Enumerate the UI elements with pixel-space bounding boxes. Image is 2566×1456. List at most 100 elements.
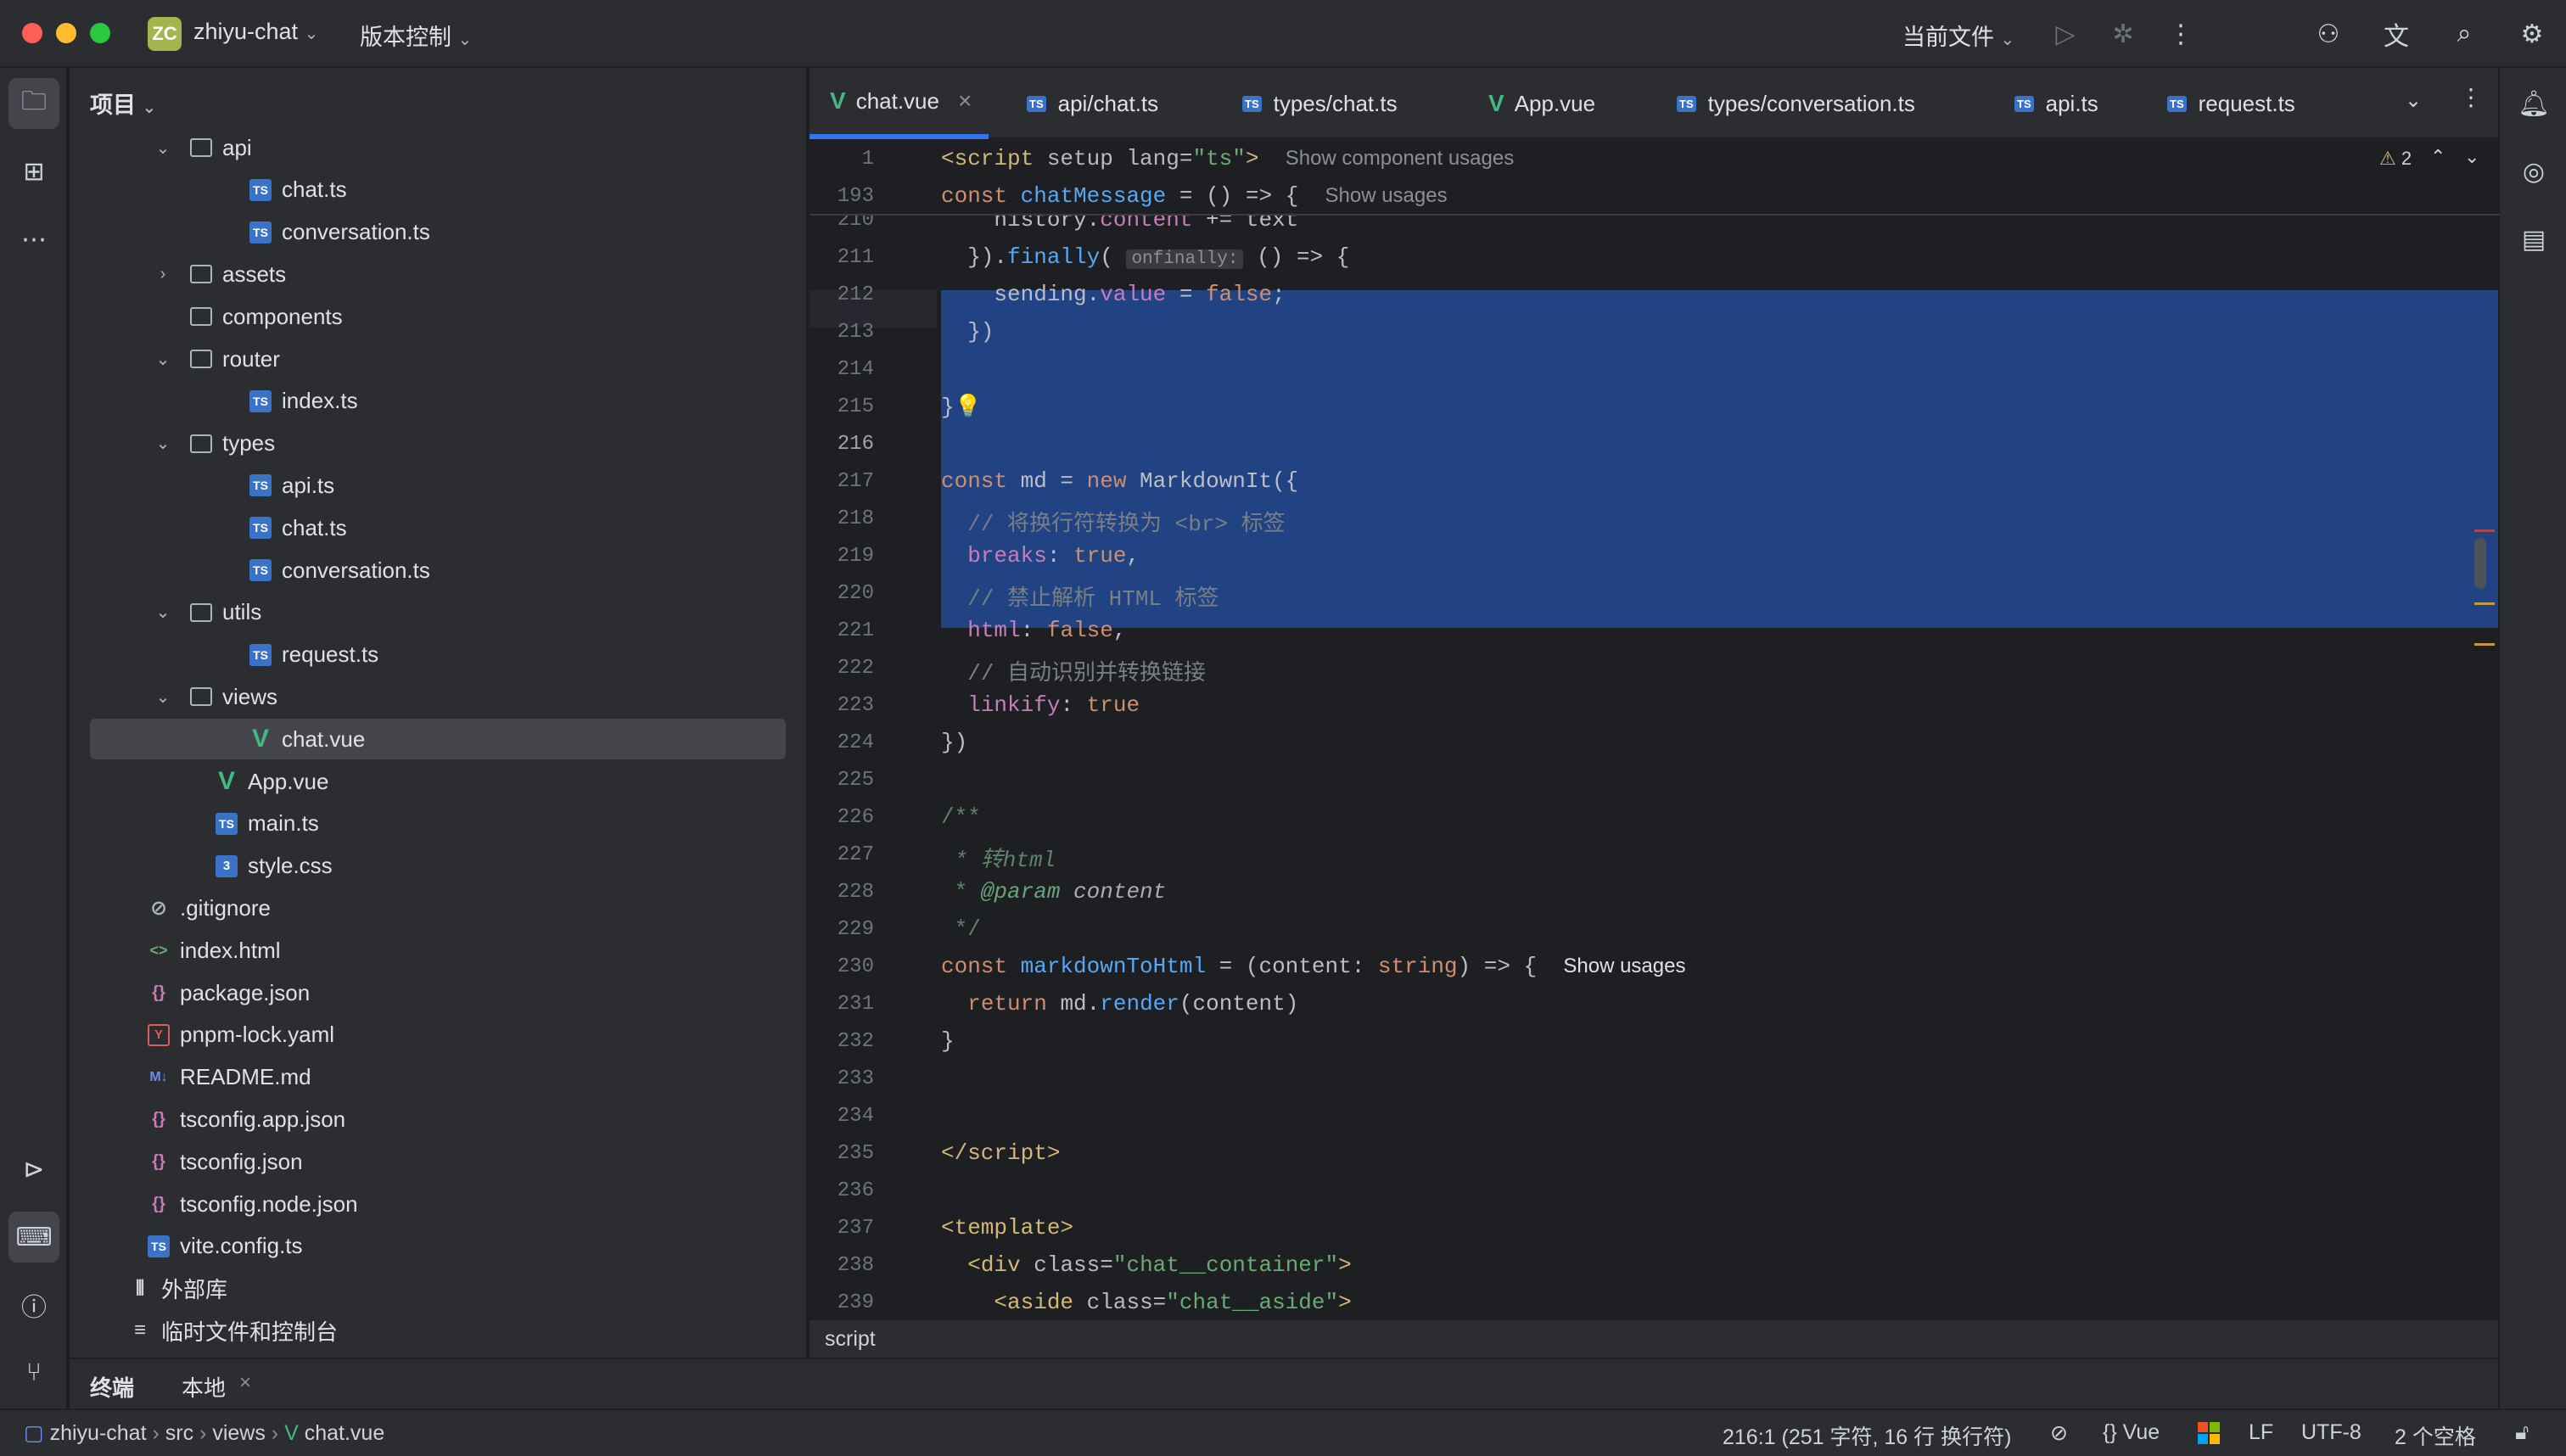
- run-icon[interactable]: ▷: [2045, 14, 2086, 54]
- local-terminal-tab[interactable]: 本地: [182, 1371, 226, 1403]
- warning-marker[interactable]: [2474, 602, 2495, 605]
- more-tools-icon[interactable]: ⋯: [8, 214, 59, 265]
- tree-item[interactable]: {} tsconfig.node.json: [70, 1184, 806, 1224]
- ai-assistant-icon[interactable]: ◎: [2508, 146, 2559, 197]
- warning-marker[interactable]: [2474, 643, 2495, 646]
- bookmarks-icon[interactable]: ▤: [2508, 214, 2559, 265]
- tree-item[interactable]: TS conversation.ts: [70, 550, 806, 591]
- tree-item[interactable]: {} package.json: [70, 972, 806, 1013]
- editor-tab[interactable]: TS request.ts: [2167, 68, 2295, 139]
- tree-item[interactable]: ⌄ router: [70, 339, 806, 379]
- language-selector[interactable]: {} Vue: [2103, 1420, 2160, 1445]
- status-path[interactable]: ▢ zhiyu-chat › src › views › V chat.vue: [24, 1420, 384, 1446]
- tree-item[interactable]: {} tsconfig.app.json: [70, 1099, 806, 1140]
- run-config-selector[interactable]: 当前文件 ⌄: [1902, 19, 2014, 52]
- tree-item[interactable]: ≡ 临时文件和控制台: [70, 1310, 806, 1351]
- vertical-scrollbar-thumb[interactable]: [2474, 538, 2486, 589]
- code-breadcrumb[interactable]: script: [825, 1327, 876, 1352]
- translate-icon[interactable]: 文: [2376, 14, 2417, 54]
- tree-item[interactable]: ⌄ api: [70, 127, 806, 168]
- editor-tab[interactable]: Vchat.vue ×: [810, 68, 989, 139]
- tree-item[interactable]: V App.vue: [70, 761, 806, 802]
- hide-eye-icon[interactable]: ⊘: [2050, 1420, 2068, 1446]
- tree-item[interactable]: components: [70, 296, 806, 337]
- editor-tab[interactable]: TS api.ts: [2014, 68, 2098, 139]
- tree-item[interactable]: ⊘ .gitignore: [70, 888, 806, 928]
- chevron-right-icon[interactable]: ›: [154, 265, 171, 284]
- editor-tab[interactable]: TS types/chat.ts: [1242, 68, 1398, 139]
- windows-logo-icon[interactable]: [2198, 1422, 2220, 1444]
- tree-item[interactable]: TS main.ts: [70, 804, 806, 844]
- code-area[interactable]: 1 <script setup lang="ts"> Show componen…: [810, 139, 2500, 1319]
- lightbulb-icon[interactable]: 💡: [955, 395, 982, 420]
- structure-icon[interactable]: ⊞: [8, 146, 59, 197]
- code-line-231: return md.render(content): [967, 991, 1299, 1016]
- cursor-position[interactable]: 216:1 (251 字符, 16 行 换行符): [1723, 1420, 2011, 1451]
- more-actions-icon[interactable]: ⋮: [2160, 14, 2201, 54]
- line-number: 215: [837, 395, 874, 418]
- vcs-menu[interactable]: 版本控制 ⌄: [360, 19, 472, 52]
- component-usages-hint[interactable]: Show component usages: [1286, 147, 1515, 170]
- close-window-button[interactable]: [22, 23, 42, 43]
- tree-item[interactable]: TS vite.config.ts: [70, 1226, 806, 1267]
- tree-item[interactable]: 3 style.css: [70, 846, 806, 887]
- tree-item[interactable]: TS request.ts: [70, 635, 806, 675]
- tree-item[interactable]: TS api.ts: [70, 465, 806, 506]
- code-line-211: }).finally( onfinally: () => {: [941, 244, 1350, 270]
- tree-item[interactable]: <> index.html: [70, 930, 806, 971]
- chevron-down-icon[interactable]: ⌄: [154, 602, 171, 623]
- problems-icon[interactable]: ⓘ: [8, 1280, 59, 1330]
- tree-item[interactable]: TS chat.ts: [70, 170, 806, 210]
- warning-icon[interactable]: ⚠ 2: [2379, 148, 2412, 170]
- readonly-lock-icon[interactable]: 🔓︎: [2515, 1420, 2529, 1445]
- tree-item[interactable]: Vchat.vue: [90, 719, 786, 760]
- line-separator[interactable]: LF: [2249, 1420, 2273, 1445]
- tree-item[interactable]: TS index.ts: [70, 381, 806, 422]
- next-highlight-icon[interactable]: ⌄: [2464, 146, 2479, 168]
- editor-tab[interactable]: TS types/conversation.ts: [1677, 68, 1915, 139]
- prev-highlight-icon[interactable]: ⌃: [2430, 146, 2446, 168]
- chevron-down-icon[interactable]: ⌄: [154, 433, 171, 454]
- editor-tab[interactable]: V App.vue: [1488, 68, 1595, 139]
- chevron-down-icon[interactable]: ⌄: [154, 137, 171, 159]
- tree-item[interactable]: ⫴ 外部库: [70, 1268, 806, 1309]
- search-icon[interactable]: ⌕: [2444, 14, 2485, 54]
- library-icon: ⫴: [135, 1276, 145, 1300]
- terminal-tab[interactable]: 终端: [90, 1371, 134, 1403]
- minimize-window-button[interactable]: [56, 23, 76, 43]
- terminal-icon[interactable]: ⌨: [8, 1212, 59, 1263]
- tree-item[interactable]: ⌄ types: [70, 423, 806, 464]
- project-badge[interactable]: ZC: [148, 17, 182, 51]
- tree-item[interactable]: TS conversation.ts: [70, 212, 806, 253]
- tree-item[interactable]: ⌄ utils: [70, 592, 806, 633]
- tree-item[interactable]: TS chat.ts: [70, 507, 806, 548]
- maximize-window-button[interactable]: [90, 23, 110, 43]
- settings-gear-icon[interactable]: ⚙: [2512, 14, 2552, 54]
- close-tab-icon[interactable]: ×: [239, 1371, 251, 1395]
- indent-setting[interactable]: 2 个空格: [2395, 1420, 2476, 1451]
- git-branch-icon[interactable]: ⑂: [8, 1347, 59, 1398]
- tab-more-icon[interactable]: ⋮: [2459, 83, 2483, 111]
- tree-item[interactable]: {} tsconfig.json: [70, 1141, 806, 1182]
- tree-item[interactable]: › assets: [70, 254, 806, 294]
- close-tab-icon[interactable]: ×: [958, 87, 972, 115]
- usages-hint[interactable]: Show usages: [1563, 955, 1685, 977]
- tree-item[interactable]: ⌄ views: [70, 676, 806, 717]
- services-icon[interactable]: ⊳: [8, 1144, 59, 1195]
- chevron-down-icon[interactable]: ⌄: [154, 686, 171, 708]
- tree-item[interactable]: Ypnpm-lock.yaml: [70, 1015, 806, 1056]
- usages-hint[interactable]: Show usages: [1325, 184, 1448, 207]
- tab-list-icon[interactable]: ⌄: [2405, 88, 2422, 113]
- file-encoding[interactable]: UTF-8: [2301, 1420, 2362, 1445]
- project-panel-title[interactable]: 项目 ⌄: [90, 87, 156, 120]
- notifications-bell-icon[interactable]: 🔔︎: [2508, 78, 2559, 129]
- add-user-icon[interactable]: ⚇: [2308, 14, 2349, 54]
- project-switcher[interactable]: zhiyu-chat ⌄: [193, 19, 318, 45]
- tree-item-label: assets: [222, 260, 287, 287]
- chevron-down-icon[interactable]: ⌄: [154, 349, 171, 370]
- error-marker[interactable]: [2474, 529, 2495, 532]
- editor-tab[interactable]: TS api/chat.ts: [1027, 68, 1158, 139]
- tree-item[interactable]: M↓ README.md: [70, 1057, 806, 1098]
- debug-icon[interactable]: ✲: [2103, 14, 2143, 54]
- project-folder-icon[interactable]: 🗀: [8, 78, 59, 129]
